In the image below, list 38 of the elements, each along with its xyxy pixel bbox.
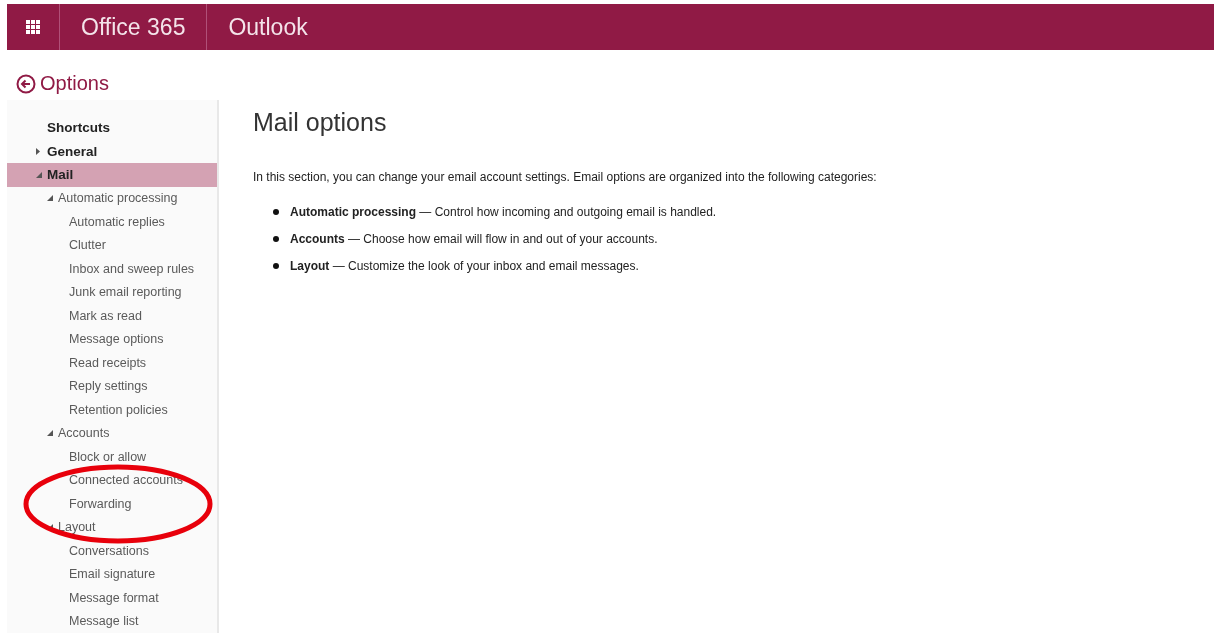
page-title: Mail options [253, 108, 388, 137]
collapse-triangle-icon [47, 195, 53, 202]
nav-item[interactable]: General [7, 139, 217, 163]
expand-triangle-icon [36, 147, 40, 155]
nav-item[interactable]: Email signature [7, 562, 217, 586]
collapse-triangle-icon [36, 171, 42, 178]
nav-item[interactable]: Clutter [7, 233, 217, 257]
nav-item[interactable]: Message options [7, 327, 217, 351]
app-title[interactable]: Outlook [207, 4, 329, 50]
nav-item[interactable]: Inbox and sweep rules [7, 257, 217, 281]
nav-item[interactable]: Junk email reporting [7, 280, 217, 304]
nav-item[interactable]: Read receipts [7, 351, 217, 375]
category-text: Layout — Customize the look of your inbox and email messages. [290, 258, 639, 273]
back-link[interactable]: Options [16, 72, 109, 95]
nav-item[interactable]: Message format [7, 586, 217, 610]
nav-item[interactable]: Mail [7, 163, 217, 187]
nav-item[interactable]: Conversations [7, 539, 217, 563]
nav-item[interactable]: Retention policies [7, 398, 217, 422]
nav-item[interactable]: Reply settings [7, 374, 217, 398]
nav-item[interactable]: Connected accounts [7, 468, 217, 492]
nav-item[interactable]: Automatic processing [7, 186, 217, 210]
collapse-triangle-icon [47, 430, 53, 437]
suite-title[interactable]: Office 365 [60, 4, 208, 50]
nav-item[interactable]: Forwarding [7, 492, 217, 516]
grid-icon [26, 20, 40, 34]
category-text: Accounts — Choose how email will flow in and out of your accounts. [290, 231, 658, 246]
nav-item[interactable]: Layout [7, 515, 217, 539]
nav-item[interactable]: Automatic replies [7, 210, 217, 234]
nav-item[interactable]: Block or allow [7, 445, 217, 469]
bullet-icon [273, 235, 279, 242]
nav-item[interactable]: Accounts [7, 421, 217, 445]
bullet-icon [273, 262, 279, 269]
nav-item[interactable]: Mark as read [7, 304, 217, 328]
category-text: Automatic processing — Control how incoming and outgoing email is handled. [290, 204, 717, 219]
bullet-icon [273, 208, 279, 215]
intro-text: In this section, you can change your email account settings. Email options are organized into the following categories: [253, 170, 878, 184]
nav-item[interactable]: Shortcuts [7, 116, 217, 140]
nav-item[interactable]: Message list [7, 609, 217, 633]
